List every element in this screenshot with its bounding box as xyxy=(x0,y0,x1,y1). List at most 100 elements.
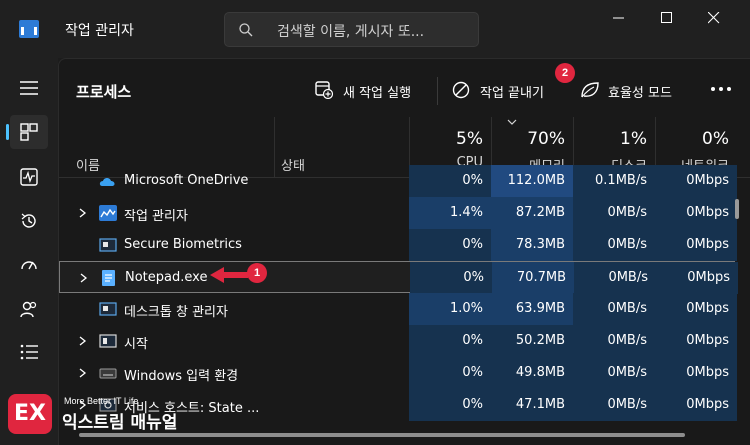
notepad-icon xyxy=(102,270,115,286)
disk-cell: 0MB/s xyxy=(574,262,656,294)
process-name: Windows 입력 환경 xyxy=(124,369,239,384)
start-icon xyxy=(99,334,117,348)
disk-cell: 0.1MB/s xyxy=(573,165,655,197)
process-row[interactable]: Microsoft OneDrive 0% 112.0MB 0.1MB/s 0M… xyxy=(59,165,737,197)
network-value: 0Mbps xyxy=(686,301,729,316)
close-button[interactable] xyxy=(692,6,738,30)
sidebar-item-performance[interactable] xyxy=(10,160,48,194)
annotation-badge-2: 2 xyxy=(555,63,575,83)
cpu-value: 0% xyxy=(462,397,483,412)
users-icon xyxy=(20,301,37,318)
network-value: 0Mbps xyxy=(686,333,729,348)
more-dot-icon xyxy=(711,87,715,91)
disk-value: 0MB/s xyxy=(607,301,647,316)
title-bar: 작업 관리자 검색할 이름, 게시자 또... xyxy=(0,0,750,58)
performance-icon xyxy=(20,168,38,186)
sidebar-item-app-history[interactable] xyxy=(10,204,48,238)
chevron-right-icon[interactable] xyxy=(80,273,88,283)
vertical-scrollbar[interactable] xyxy=(735,199,739,219)
efficiency-mode-label: 효율성 모드 xyxy=(608,86,672,101)
end-task-icon xyxy=(452,81,470,99)
search-box[interactable]: 검색할 이름, 게시자 또... xyxy=(224,12,479,47)
memory-value: 78.3MB xyxy=(515,237,565,252)
task-manager-icon xyxy=(99,205,117,221)
process-name: 데스크톱 창 관리자 xyxy=(124,305,228,320)
maximize-button[interactable] xyxy=(645,6,691,30)
memory-cell: 50.2MB xyxy=(491,325,573,357)
memory-cell: 47.1MB xyxy=(491,389,573,421)
cpu-cell: 0% xyxy=(409,325,491,357)
memory-cell: 63.9MB xyxy=(491,293,573,325)
memory-value: 87.2MB xyxy=(515,205,565,220)
cpu-cell: 0% xyxy=(409,165,491,197)
process-name: Secure Biometrics xyxy=(124,237,242,252)
sidebar-item-details[interactable] xyxy=(10,336,48,370)
sidebar-menu-toggle[interactable] xyxy=(10,72,48,106)
chevron-right-icon[interactable] xyxy=(79,208,87,218)
sidebar-item-users[interactable] xyxy=(10,292,48,326)
network-cell: 0Mbps xyxy=(656,262,738,294)
task-manager-app-icon xyxy=(19,20,39,38)
search-icon xyxy=(239,23,253,37)
cpu-cell: 0% xyxy=(409,389,491,421)
process-row[interactable]: Windows 입력 환경 0% 49.8MB 0MB/s 0Mbps xyxy=(59,357,737,389)
network-value: 0Mbps xyxy=(686,173,729,188)
memory-value: 112.0MB xyxy=(507,173,565,188)
cpu-cell: 1.0% xyxy=(409,293,491,325)
more-dot-icon xyxy=(727,87,731,91)
network-cell: 0Mbps xyxy=(655,357,737,389)
watermark: EX More Better IT Life 익스트림 매뉴얼 xyxy=(8,392,218,440)
memory-value: 70.7MB xyxy=(516,270,566,285)
memory-value: 63.9MB xyxy=(515,301,565,316)
cpu-value: 0% xyxy=(462,365,483,380)
disk-cell: 0MB/s xyxy=(573,389,655,421)
disk-cell: 0MB/s xyxy=(573,293,655,325)
network-value: 0Mbps xyxy=(687,270,730,285)
speedometer-icon xyxy=(21,261,37,270)
minimize-icon xyxy=(613,17,624,19)
end-task-button[interactable]: 작업 끝내기 xyxy=(446,72,558,108)
sidebar-item-startup-apps[interactable] xyxy=(10,248,48,282)
cpu-value: 0% xyxy=(462,333,483,348)
new-task-icon xyxy=(315,81,333,99)
process-name: Microsoft OneDrive xyxy=(124,173,249,188)
chevron-right-icon[interactable] xyxy=(79,336,87,346)
network-cell: 0Mbps xyxy=(655,197,737,229)
network-value: 0Mbps xyxy=(686,205,729,220)
disk-total: 1% xyxy=(620,129,647,149)
chevron-right-icon[interactable] xyxy=(79,368,87,378)
process-row-notepad[interactable]: Notepad.exe 0% 70.7MB 0MB/s 0Mbps xyxy=(59,261,738,294)
cpu-cell: 0% xyxy=(409,357,491,389)
more-dot-icon xyxy=(719,87,723,91)
disk-cell: 0MB/s xyxy=(573,325,655,357)
network-cell: 0Mbps xyxy=(655,293,737,325)
more-options-button[interactable] xyxy=(707,77,735,99)
memory-cell: 112.0MB xyxy=(491,165,573,197)
network-total: 0% xyxy=(702,129,729,149)
memory-cell: 49.8MB xyxy=(491,357,573,389)
hamburger-icon xyxy=(20,81,38,95)
process-row[interactable]: 데스크톱 창 관리자 1.0% 63.9MB 0MB/s 0Mbps xyxy=(59,293,737,325)
memory-total: 70% xyxy=(527,129,565,149)
network-value: 0Mbps xyxy=(686,365,729,380)
cpu-value: 1.0% xyxy=(449,301,483,316)
process-row[interactable]: 작업 관리자 1.4% 87.2MB 0MB/s 0Mbps xyxy=(59,197,737,229)
disk-cell: 0MB/s xyxy=(573,197,655,229)
efficiency-mode-button[interactable]: 효율성 모드 xyxy=(574,72,686,108)
cpu-value: 0% xyxy=(462,237,483,252)
minimize-button[interactable] xyxy=(597,6,643,30)
run-new-task-button[interactable]: 새 작업 실행 xyxy=(309,72,429,108)
toolbar: 프로세스 새 작업 실행 작업 끝내기 효율성 모드 xyxy=(59,59,750,117)
memory-value: 47.1MB xyxy=(515,397,565,412)
process-row[interactable]: 시작 0% 50.2MB 0MB/s 0Mbps xyxy=(59,325,737,357)
memory-value: 49.8MB xyxy=(515,365,565,380)
network-cell: 0Mbps xyxy=(655,389,737,421)
sidebar-item-processes[interactable] xyxy=(6,115,48,149)
process-row[interactable]: Secure Biometrics 0% 78.3MB 0MB/s 0Mbps xyxy=(59,229,737,261)
process-name: 작업 관리자 xyxy=(124,209,188,224)
cpu-cell: 0% xyxy=(409,229,491,261)
onedrive-icon xyxy=(99,178,115,186)
close-icon xyxy=(708,12,720,24)
network-value: 0Mbps xyxy=(686,397,729,412)
process-name: 시작 xyxy=(124,337,148,352)
